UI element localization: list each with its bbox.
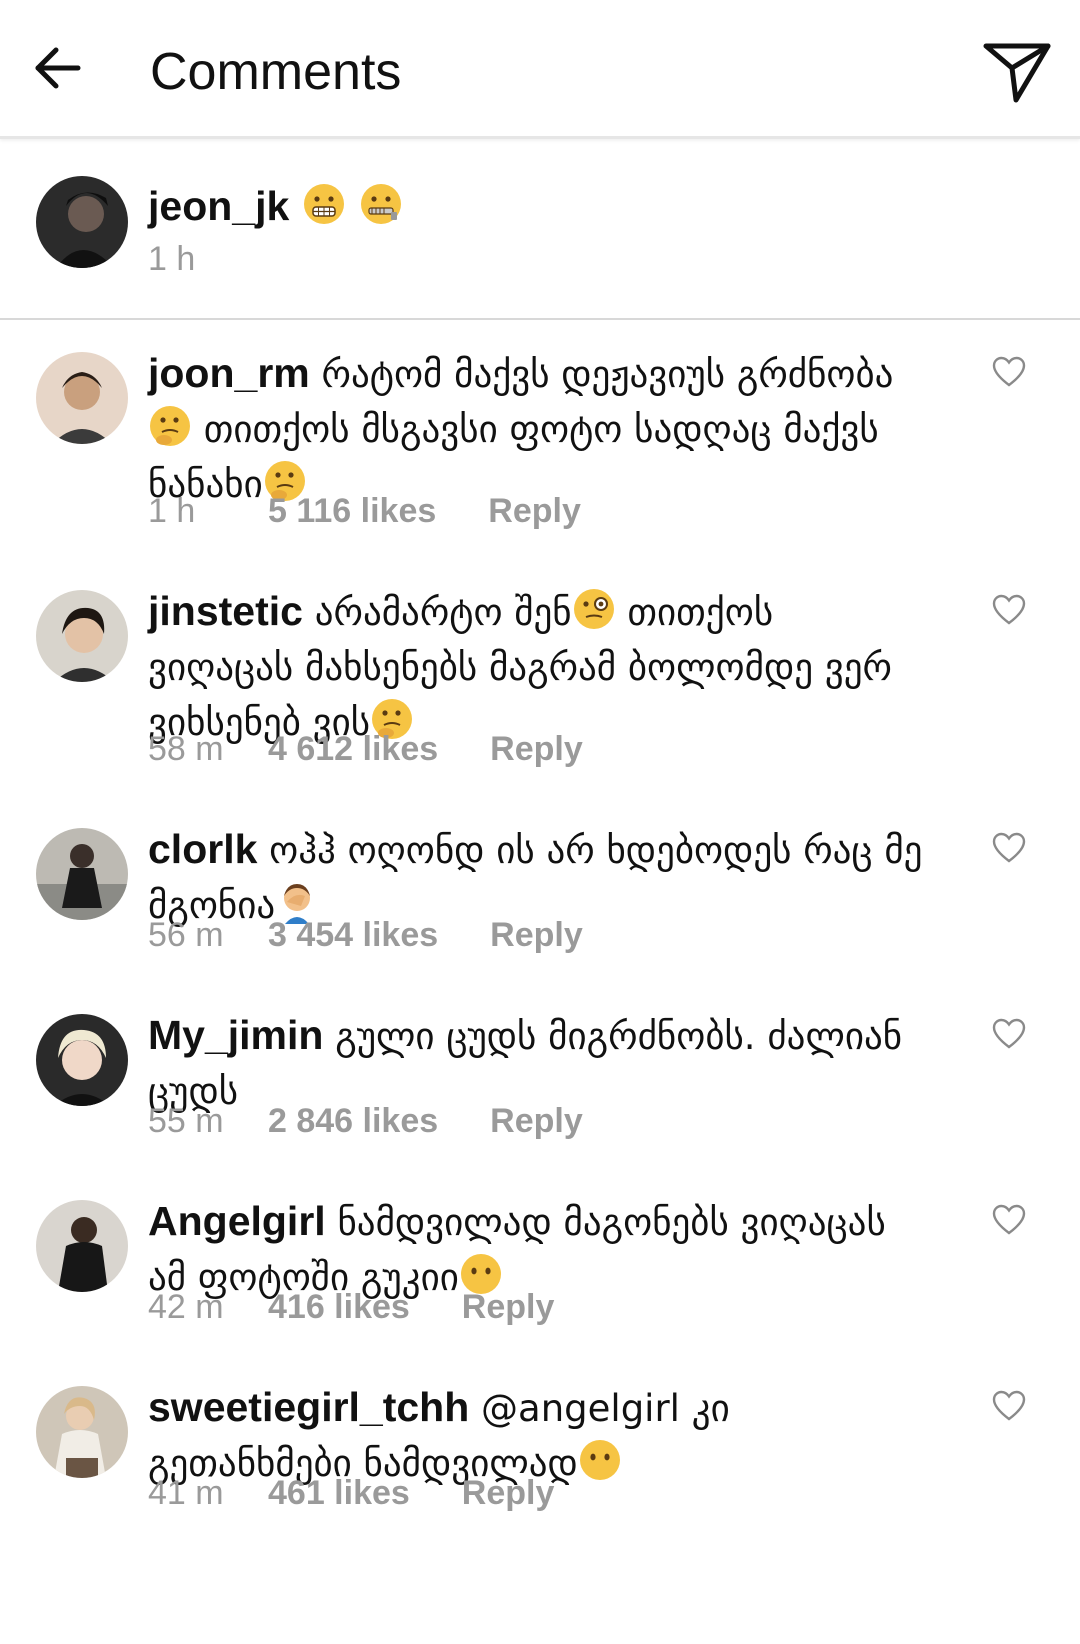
comment-meta: 1 h 5 116 likes Reply bbox=[148, 488, 581, 534]
comment-meta: 56 m 3 454 likes Reply bbox=[148, 912, 583, 958]
caption-timestamp: 1 h bbox=[148, 240, 196, 278]
heart-outline-icon[interactable] bbox=[992, 1204, 1026, 1236]
back-button[interactable] bbox=[30, 40, 86, 96]
paper-plane-icon bbox=[983, 43, 1051, 103]
comment-meta: 42 m 416 likes Reply bbox=[148, 1284, 554, 1330]
reply-button[interactable]: Reply bbox=[490, 1102, 583, 1140]
comment-username[interactable]: sweetiegirl_tchh bbox=[148, 1384, 469, 1430]
comment-item: joon_rm რატომ მაქვს დეჟავიუს გრძნობა თით… bbox=[0, 332, 1080, 552]
comment-item: My_jimin გული ცუდს მიგრძნობს. ძალიან ცუდ… bbox=[0, 994, 1080, 1164]
heart-outline-icon[interactable] bbox=[992, 356, 1026, 388]
caption-username[interactable]: jeon_jk bbox=[148, 183, 289, 229]
likes-count[interactable]: 5 116 likes bbox=[268, 488, 436, 534]
comment-item: Angelgirl ნამდვილად მაგონებს ვიღაცას ამ … bbox=[0, 1180, 1080, 1350]
comment-meta: 41 m 461 likes Reply bbox=[148, 1470, 554, 1516]
heart-outline-icon[interactable] bbox=[992, 1018, 1026, 1050]
grimacing-face-icon bbox=[304, 184, 344, 224]
comment-username[interactable]: clorlk bbox=[148, 826, 257, 872]
comment-item: clorlk ოჰჰ ოღონდ ის არ ხდებოდეს რაც მე მ… bbox=[0, 808, 1080, 978]
heart-outline-icon[interactable] bbox=[992, 594, 1026, 626]
reply-button[interactable]: Reply bbox=[462, 1288, 555, 1326]
avatar[interactable] bbox=[36, 1014, 128, 1106]
page-title: Comments bbox=[150, 43, 402, 101]
post-caption: jeon_jk 1 h bbox=[0, 136, 1080, 320]
share-button[interactable] bbox=[982, 40, 1054, 106]
reply-button[interactable]: Reply bbox=[462, 1474, 555, 1512]
avatar[interactable] bbox=[36, 352, 128, 444]
face-without-mouth-icon bbox=[579, 1440, 620, 1480]
comment-username[interactable]: Angelgirl bbox=[148, 1198, 326, 1244]
reply-button[interactable]: Reply bbox=[490, 730, 583, 768]
comment-username[interactable]: joon_rm bbox=[148, 350, 310, 396]
likes-count[interactable]: 3 454 likes bbox=[268, 912, 438, 958]
comment-timestamp: 41 m bbox=[148, 1474, 224, 1512]
comment-text: რატომ მაქვს დეჟავიუს გრძნობა bbox=[321, 353, 894, 396]
heart-outline-icon[interactable] bbox=[992, 832, 1026, 864]
comment-username[interactable]: jinstetic bbox=[148, 588, 303, 634]
comment-timestamp: 1 h bbox=[148, 492, 196, 530]
comment-meta: 55 m 2 846 likes Reply bbox=[148, 1098, 583, 1144]
avatar[interactable] bbox=[36, 590, 128, 682]
likes-count[interactable]: 416 likes bbox=[268, 1284, 410, 1330]
top-bar: Comments bbox=[0, 0, 1080, 139]
heart-outline-icon[interactable] bbox=[992, 1390, 1026, 1422]
reply-button[interactable]: Reply bbox=[488, 492, 581, 530]
arrow-left-icon bbox=[35, 47, 81, 89]
comment-meta: 58 m 4 612 likes Reply bbox=[148, 726, 583, 772]
avatar[interactable] bbox=[36, 1200, 128, 1292]
reply-button[interactable]: Reply bbox=[490, 916, 583, 954]
avatar[interactable] bbox=[36, 176, 128, 268]
comment-timestamp: 42 m bbox=[148, 1288, 224, 1326]
thinking-face-icon bbox=[150, 406, 190, 446]
comment-timestamp: 56 m bbox=[148, 916, 224, 954]
avatar[interactable] bbox=[36, 828, 128, 920]
comment-timestamp: 58 m bbox=[148, 730, 224, 768]
avatar[interactable] bbox=[36, 1386, 128, 1478]
face-with-monocle-icon bbox=[573, 589, 614, 629]
likes-count[interactable]: 461 likes bbox=[268, 1470, 410, 1516]
comment-timestamp: 55 m bbox=[148, 1102, 224, 1140]
likes-count[interactable]: 2 846 likes bbox=[268, 1098, 438, 1144]
zipper-mouth-face-icon bbox=[360, 184, 401, 224]
likes-count[interactable]: 4 612 likes bbox=[268, 726, 438, 772]
comment-username[interactable]: My_jimin bbox=[148, 1012, 323, 1058]
comment-text: არამარტო შენ bbox=[314, 591, 572, 634]
comment-item: jinstetic არამარტო შენ თითქოს ვიღაცას მა… bbox=[0, 570, 1080, 790]
comment-item: sweetiegirl_tchh @angelgirl კი გეთანხმებ… bbox=[0, 1366, 1080, 1536]
